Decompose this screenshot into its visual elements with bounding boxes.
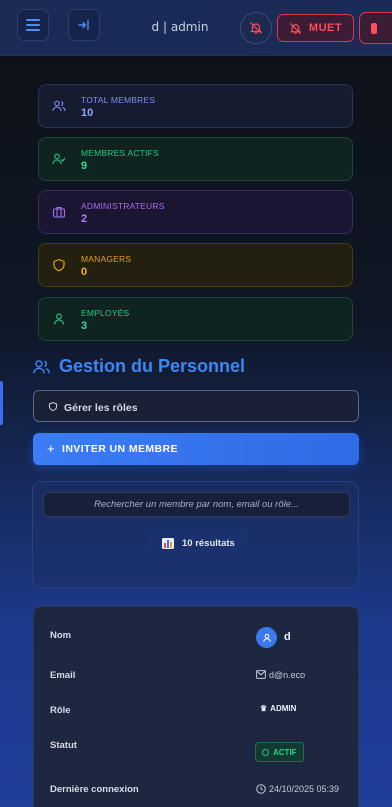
invite-member-label: INVITER UN MEMBRE [62, 443, 178, 455]
member-role: ADMIN [270, 704, 297, 713]
notifications-button[interactable] [240, 12, 272, 44]
last-login-field-label: Dernière connexion [50, 784, 139, 795]
hamburger-icon [26, 19, 40, 31]
stat-card-administrators: ADMINISTRATEURS 2 [38, 190, 353, 234]
stat-label: TOTAL MEMBRES [81, 95, 156, 105]
sign-in-icon [78, 19, 89, 31]
mail-icon [256, 670, 266, 679]
stat-card-active-members: MEMBRES ACTIFS 9 [38, 137, 353, 181]
search-panel: 10 résultats [32, 481, 359, 588]
alert-button[interactable] [359, 12, 392, 44]
user-check-icon [52, 153, 66, 165]
users-icon [52, 100, 66, 112]
stat-label: MANAGERS [81, 254, 132, 264]
member-name: d [284, 631, 291, 643]
member-card[interactable]: Nom d Email d@n.eco Rôle ♛ ADMIN Statut A… [33, 606, 359, 807]
alert-icon [371, 23, 377, 34]
user-icon [262, 633, 271, 642]
bell-off-icon [289, 22, 302, 34]
stat-label: ADMINISTRATEURS [81, 201, 165, 211]
bell-off-icon [250, 22, 262, 34]
search-input[interactable] [43, 492, 350, 517]
plus-icon: + [47, 441, 55, 456]
status-field-label: Statut [50, 740, 77, 751]
side-indicator [0, 381, 3, 425]
results-count-badge: 10 résultats [147, 526, 247, 560]
mute-label: MUET [308, 22, 343, 34]
briefcase-icon [52, 206, 66, 218]
email-field-label: Email [50, 670, 76, 681]
stat-value: 9 [81, 160, 88, 172]
stat-value: 0 [81, 266, 88, 278]
manage-roles-label: Gérer les rôles [64, 402, 138, 414]
invite-member-button[interactable]: + INVITER UN MEMBRE [33, 433, 359, 465]
user-label: d | admin [151, 20, 209, 34]
stat-value: 10 [81, 107, 94, 119]
stat-label: EMPLOYÉS [81, 308, 130, 318]
stat-card-managers: MANAGERS 0 [38, 243, 353, 287]
crown-icon: ♛ [260, 704, 268, 713]
page-title: Gestion du Personnel [59, 356, 246, 376]
shield-icon [53, 258, 65, 272]
manage-roles-button[interactable]: Gérer les rôles [33, 390, 359, 422]
logout-button[interactable] [68, 9, 100, 41]
status-badge: ACTIF [255, 742, 304, 762]
user-icon [53, 313, 65, 325]
role-badge: ♛ ADMIN [260, 704, 296, 713]
name-field-label: Nom [50, 630, 72, 641]
users-icon [33, 360, 50, 374]
results-count-label: 10 résultats [182, 538, 235, 549]
stat-card-employees: EMPLOYÉS 3 [38, 297, 353, 341]
member-email: d@n.eco [269, 670, 306, 680]
mute-button[interactable]: MUET [277, 14, 354, 42]
stat-label: MEMBRES ACTIFS [81, 148, 159, 158]
stat-value: 3 [81, 320, 88, 332]
top-bar: d | admin MUET [0, 0, 392, 56]
stat-value: 2 [81, 213, 88, 225]
status-dot-icon [262, 748, 269, 756]
bar-chart-icon [162, 538, 174, 549]
member-status: ACTIF [273, 747, 297, 757]
shield-icon [48, 402, 58, 412]
menu-button[interactable] [17, 9, 49, 41]
clock-icon [256, 784, 266, 794]
role-field-label: Rôle [50, 705, 71, 716]
member-last-login: 24/10/2025 05:39 [269, 784, 340, 794]
avatar [256, 627, 277, 648]
stat-card-total-members: TOTAL MEMBRES 10 [38, 84, 353, 128]
